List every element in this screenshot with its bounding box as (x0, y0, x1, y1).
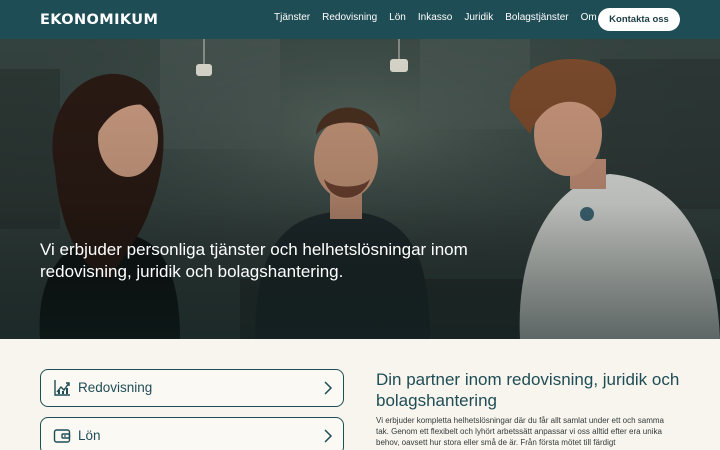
contact-button[interactable]: Kontakta oss (598, 8, 680, 31)
nav-item-bolagstjanster[interactable]: Bolagstjänster (505, 12, 568, 23)
chevron-right-icon (324, 381, 333, 395)
wallet-icon (53, 429, 71, 443)
nav-label: Tjänster (274, 12, 311, 23)
hero-title: Vi erbjuder personliga tjänster och helh… (40, 240, 468, 281)
nav-label: Bolagstjänster (505, 12, 569, 23)
nav-item-redovisning[interactable]: Redovisning (322, 12, 377, 23)
service-card-lon[interactable]: Lön (40, 417, 344, 450)
nav-item-lon[interactable]: Lön (389, 12, 406, 23)
chevron-right-icon (324, 429, 333, 443)
service-card-redovisning[interactable]: Redovisning (40, 369, 344, 407)
logo-text: EKONOMIKUM (40, 12, 159, 28)
nav-label: Lön (389, 12, 406, 23)
nav-item-inkasso[interactable]: Inkasso (418, 12, 452, 23)
hero-banner: Vi erbjuder personliga tjänster och helh… (0, 39, 720, 339)
hero-photo (0, 39, 720, 339)
nav-label: Juridik (464, 12, 494, 23)
main-content: Redovisning Lön Din partner inom redovis… (0, 339, 720, 450)
nav-item-tjanster[interactable]: Tjänster (274, 12, 310, 23)
service-label: Redovisning (78, 380, 153, 395)
site-header: EKONOMIKUM Tjänster Redovisning Lön Inka… (0, 0, 720, 39)
nav-label: Inkasso (417, 12, 453, 23)
chart-trend-icon (54, 380, 70, 396)
nav-item-juridik[interactable]: Juridik (464, 12, 493, 23)
service-label: Lön (78, 428, 101, 443)
intro-heading: Din partner inom redovisning, juridik oc… (376, 370, 680, 410)
brand-logo[interactable]: EKONOMIKUM (40, 12, 158, 28)
intro-paragraph: Vi erbjuder kompletta helhetslösningar d… (376, 416, 665, 447)
main-nav: Tjänster Redovisning Lön Inkasso Juridik… (274, 12, 638, 23)
nav-label: Redovisning (322, 12, 378, 23)
